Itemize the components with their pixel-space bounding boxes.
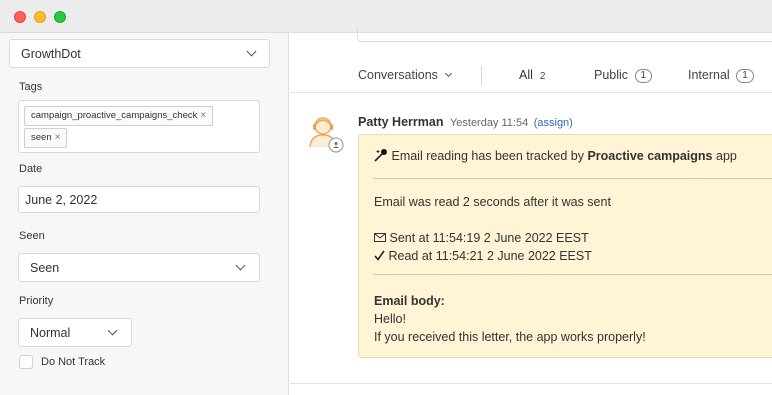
tags-field[interactable]: campaign_proactive_campaigns_check × seen…	[18, 100, 260, 153]
tracking-header-suffix: app	[716, 149, 737, 163]
date-input[interactable]: June 2, 2022	[18, 186, 260, 213]
priority-select-value: Normal	[30, 326, 71, 340]
tab-all-label: All	[519, 68, 533, 82]
checkmark-icon	[374, 249, 388, 263]
card-divider	[373, 178, 772, 179]
email-body-line: Hello!	[374, 312, 406, 326]
read-at-text: Read at 11:54:21 2 June 2022 EEST	[388, 249, 592, 263]
tag-chip-text: seen	[31, 132, 52, 143]
panel-bottom-divider	[290, 383, 772, 384]
tag-chip: seen ×	[24, 128, 68, 148]
do-not-track-label: Do Not Track	[41, 356, 106, 368]
tag-chip: campaign_proactive_campaigns_check ×	[24, 106, 214, 126]
tab-public-count: 1	[634, 69, 653, 83]
tab-internal-label: Internal	[688, 68, 730, 82]
read-info: Email was read 2 seconds after it was se…	[374, 195, 611, 209]
agent-avatar-icon	[307, 113, 347, 153]
tabs-divider	[481, 66, 482, 85]
seen-label: Seen	[19, 230, 45, 242]
card-divider	[373, 274, 772, 275]
chevron-down-icon	[246, 46, 257, 57]
assign-link[interactable]: (assign)	[534, 117, 573, 129]
conversation-panel: Conversations All 2 Public 1 Internal 1 P…	[290, 27, 772, 395]
conversations-dropdown-label: Conversations	[358, 68, 438, 82]
remove-tag-icon[interactable]: ×	[55, 132, 61, 143]
tab-all[interactable]: All 2	[519, 68, 545, 82]
date-label: Date	[19, 163, 43, 175]
remove-tag-icon[interactable]: ×	[200, 110, 206, 121]
magic-wand-icon	[374, 149, 391, 163]
company-select[interactable]: GrowthDot	[9, 39, 270, 68]
minimize-window-button[interactable]	[34, 11, 46, 23]
tracking-header-prefix: Email reading has been tracked by	[391, 149, 584, 163]
tab-public-label: Public	[594, 68, 629, 82]
read-at-line: Read at 11:54:21 2 June 2022 EEST	[374, 249, 592, 263]
seen-select[interactable]: Seen	[18, 253, 260, 282]
tab-all-underline	[518, 61, 558, 63]
tab-internal-count: 1	[736, 69, 754, 83]
sent-at-line: Sent at 11:54:19 2 June 2022 EEST	[374, 231, 589, 245]
seen-select-value: Seen	[30, 261, 60, 275]
do-not-track-checkbox[interactable]	[19, 355, 33, 369]
company-select-value: GrowthDot	[21, 47, 81, 61]
tracking-app-name: Proactive campaigns	[587, 149, 713, 163]
conversation-tabs: Conversations All 2 Public 1 Internal 1	[290, 63, 772, 93]
envelope-icon	[374, 231, 389, 245]
reply-editor[interactable]	[357, 27, 772, 42]
tab-public[interactable]: Public 1	[594, 68, 653, 83]
close-window-button[interactable]	[14, 11, 26, 23]
email-body-label: Email body:	[374, 294, 445, 308]
message-header: Patty Herrman Yesterday 11:54 (assign)	[358, 115, 573, 129]
tab-all-count: 2	[539, 71, 546, 82]
priority-label: Priority	[19, 295, 54, 307]
chevron-down-icon	[235, 260, 246, 271]
sent-at-text: Sent at 11:54:19 2 June 2022 EEST	[389, 231, 589, 245]
maximize-window-button[interactable]	[54, 11, 66, 23]
email-body-line: If you received this letter, the app wor…	[374, 330, 646, 344]
tracking-message-card: Email reading has been tracked by Proact…	[358, 134, 772, 358]
priority-select[interactable]: Normal	[18, 318, 132, 347]
conversations-dropdown[interactable]: Conversations	[358, 68, 453, 82]
tag-chip-text: campaign_proactive_campaigns_check	[31, 110, 198, 121]
message-author: Patty Herrman	[358, 115, 444, 129]
tab-internal[interactable]: Internal 1	[688, 68, 754, 83]
message-time: Yesterday 11:54	[449, 117, 529, 129]
tags-label: Tags	[19, 81, 43, 93]
chevron-down-icon	[107, 325, 118, 336]
chevron-down-icon	[445, 69, 453, 78]
ticket-properties-sidebar: GrowthDot Tags campaign_proactive_campai…	[0, 33, 289, 395]
tracking-header: Email reading has been tracked by Proact…	[374, 148, 737, 163]
